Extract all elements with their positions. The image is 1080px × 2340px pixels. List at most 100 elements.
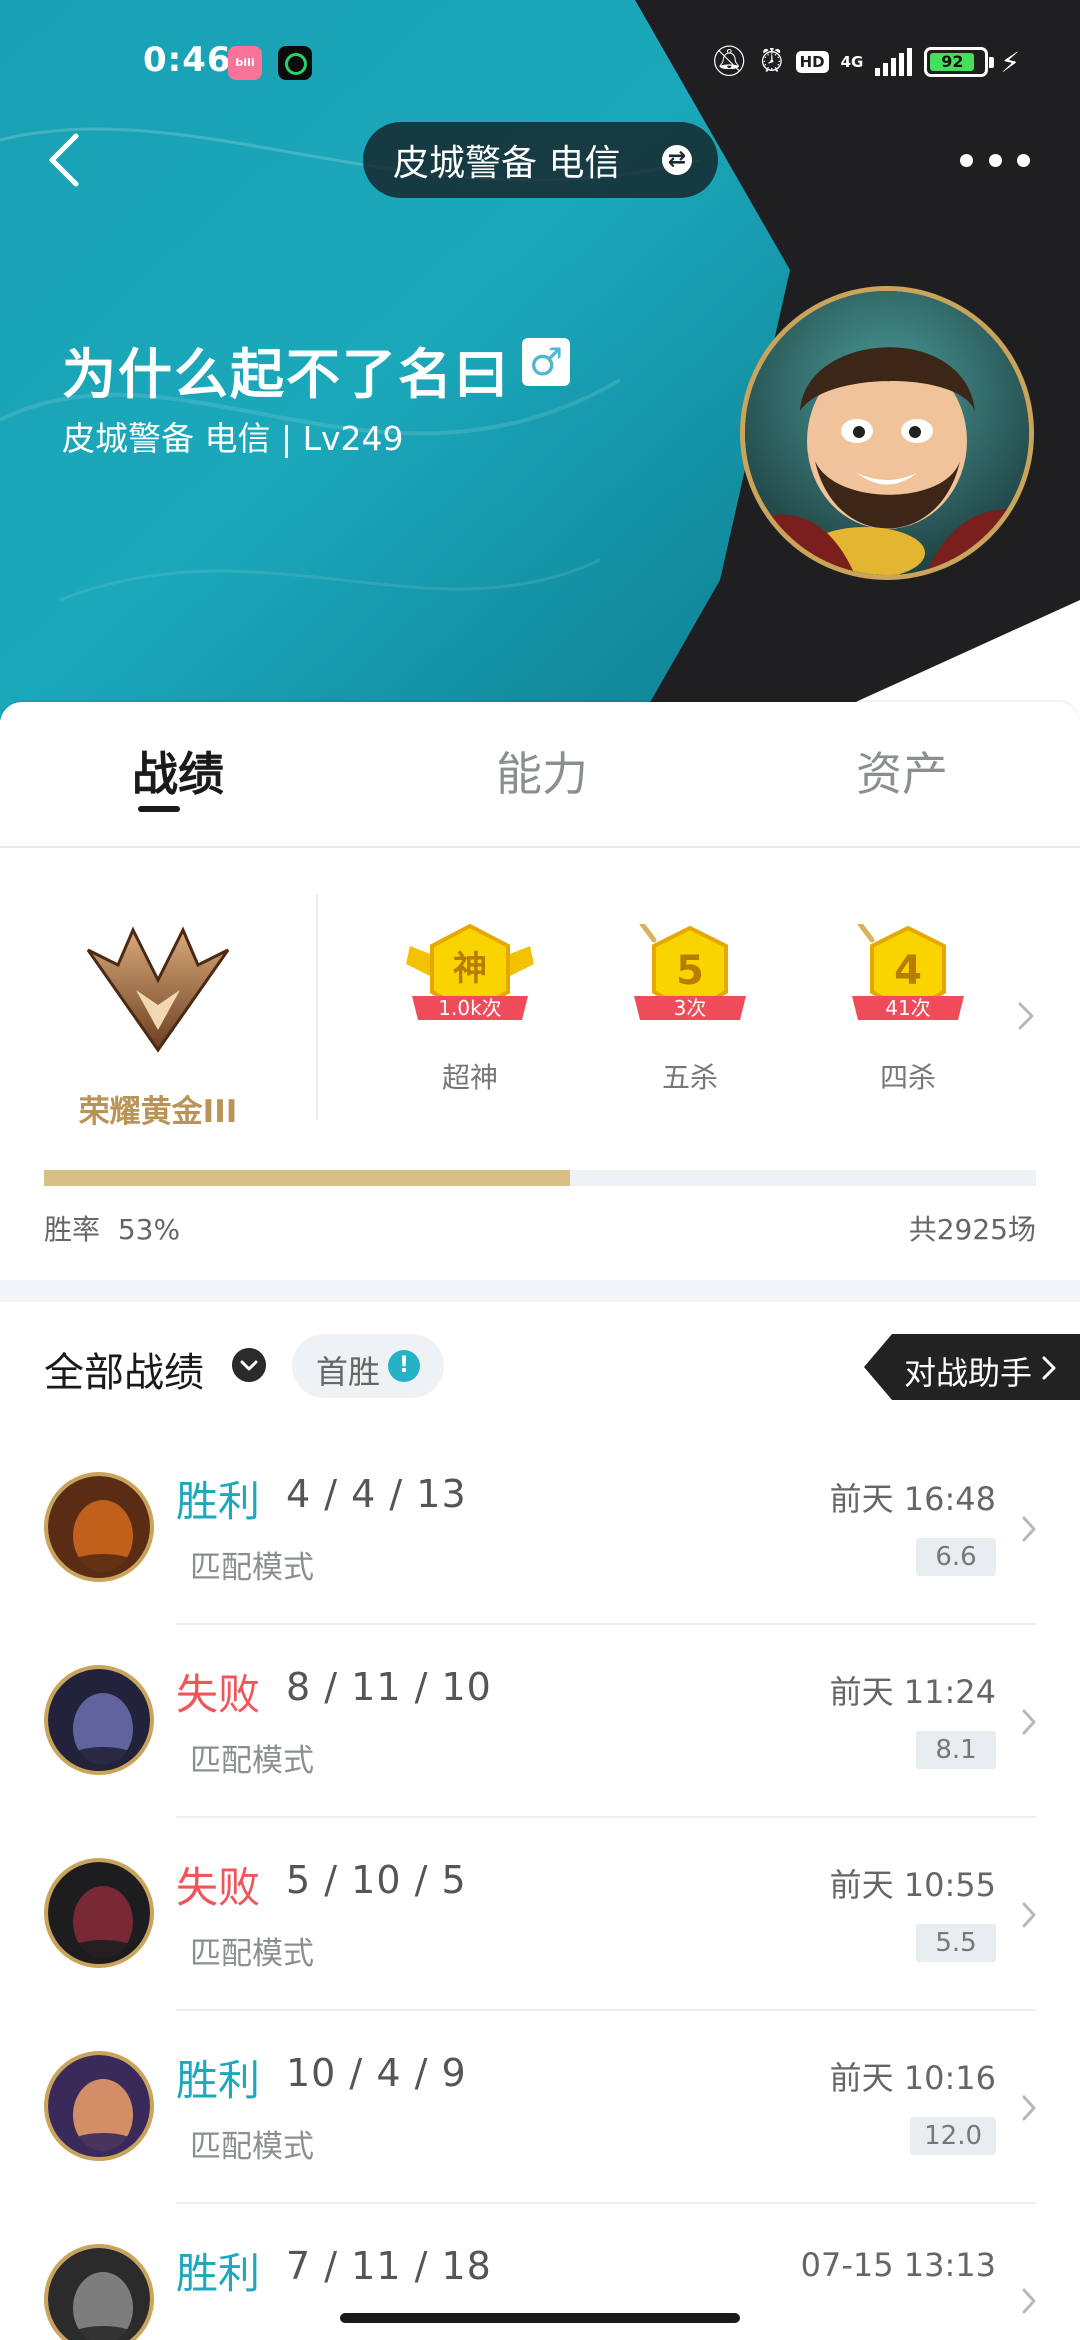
match-row[interactable]: 胜利 10 / 4 / 9 匹配模式 前天 10:16 12.0 [0, 2011, 1080, 2204]
quadra-kill-badge-icon: 4 41次 [852, 924, 964, 1020]
match-score-badge: 6.6 [916, 1538, 996, 1576]
status-icons: 🔕︎ ⏰︎ HD 4G 92 ⚡︎ [710, 42, 1020, 82]
match-mode: 匹配模式 [190, 2129, 314, 2165]
home-indicator[interactable] [340, 2313, 740, 2323]
match-kda: 7 / 11 / 18 [286, 2244, 492, 2288]
medal-label: 四杀 [879, 1061, 936, 1094]
rank-emblem-icon[interactable] [78, 910, 238, 1060]
chevron-right-icon [1022, 1516, 1036, 1542]
divider [316, 894, 318, 1120]
profile-tabs: 战绩 能力 资产 [0, 702, 1080, 848]
match-result: 失败 [176, 1863, 261, 1912]
win-rate-bar-fill [44, 1170, 570, 1186]
battle-assistant-label: 对战助手 [904, 1354, 1033, 1392]
medal-label: 五杀 [661, 1061, 718, 1094]
first-win-label: 首胜 [316, 1353, 381, 1391]
match-time: 前天 16:48 [829, 1480, 996, 1518]
medal-quadra-kill[interactable]: 4 41次 四杀 [838, 924, 978, 1094]
match-time: 前天 10:55 [829, 1866, 996, 1904]
match-mode: 匹配模式 [190, 1550, 314, 1586]
chevron-down-icon[interactable] [232, 1348, 266, 1382]
medal-penta-kill[interactable]: 5 3次 五杀 [620, 924, 760, 1094]
app-notification-icon [278, 46, 312, 80]
match-kda: 5 / 10 / 5 [286, 1858, 467, 1902]
match-kda: 10 / 4 / 9 [286, 2051, 467, 2095]
dot-icon [1017, 153, 1030, 167]
charging-icon: ⚡︎ [1000, 45, 1020, 79]
network-type: 4G [840, 53, 864, 71]
player-name: 为什么起不了名曰 [62, 343, 510, 406]
medal-glyph: 5 [676, 948, 704, 994]
chevron-right-icon[interactable] [1014, 998, 1038, 1034]
server-switch-button[interactable]: 皮城警备 电信 ⇄ [363, 122, 718, 198]
win-rate-label: 胜率 [44, 1213, 101, 1246]
hero-portrait [44, 1472, 154, 1582]
active-tab-indicator [138, 806, 180, 812]
medal-glyph: 4 [894, 948, 922, 994]
match-score-badge: 5.5 [916, 1924, 996, 1962]
records-filter-title[interactable]: 全部战绩 [44, 1340, 204, 1398]
status-time: 0:46 [143, 40, 232, 80]
tab-assets[interactable]: 资产 [856, 738, 948, 804]
match-mode: 匹配模式 [190, 1743, 314, 1779]
status-bar: 0:46 bili 🔕︎ ⏰︎ HD 4G 92 ⚡︎ [0, 0, 1080, 120]
match-row[interactable]: 胜利 4 / 4 / 13 匹配模式 前天 16:48 6.6 [0, 1432, 1080, 1625]
match-score-badge: 12.0 [910, 2117, 996, 2155]
medal-glyph: 神 [453, 949, 487, 989]
alarm-icon: ⏰︎ [760, 44, 784, 79]
hd-icon: HD [795, 51, 829, 73]
profile-hero: 0:46 bili 🔕︎ ⏰︎ HD 4G 92 ⚡︎ 皮城警备 电信 ⇄ 为什… [0, 0, 1080, 720]
server-name: 皮城警备 电信 [393, 143, 621, 184]
match-row[interactable]: 失败 8 / 11 / 10 匹配模式 前天 11:24 8.1 [0, 1625, 1080, 1818]
rank-label[interactable]: 荣耀黄金III [0, 1086, 316, 1131]
chevron-right-icon [1022, 1709, 1036, 1735]
match-kda: 4 / 4 / 13 [286, 1472, 467, 1516]
medal-count: 3次 [674, 996, 707, 1020]
match-result: 失败 [176, 1670, 261, 1719]
chevron-right-icon [1022, 2095, 1036, 2121]
back-button[interactable] [40, 128, 90, 192]
tab-records[interactable]: 战绩 [132, 738, 224, 804]
win-rate-value: 53% [117, 1213, 181, 1246]
battery-icon: 92 [924, 47, 995, 77]
medal-legendary[interactable]: 神 1.0k次 超神 [400, 924, 540, 1094]
chevron-right-icon [1022, 2288, 1036, 2314]
info-icon: ! [388, 1350, 420, 1382]
match-time: 前天 11:24 [829, 1673, 996, 1711]
signal-icon [875, 48, 913, 76]
match-result: 胜利 [176, 1477, 261, 1526]
battle-assistant-button[interactable]: 对战助手 [864, 1334, 1080, 1400]
win-rate-bar [44, 1170, 1036, 1186]
bilibili-app-icon: bili [228, 46, 262, 80]
match-time: 前天 10:16 [829, 2059, 996, 2097]
player-avatar[interactable] [740, 286, 1034, 580]
male-gender-icon: ♂ [522, 338, 570, 386]
player-server-level: 皮城警备 电信 | Lv249 [62, 419, 404, 458]
chevron-right-icon [1022, 1902, 1036, 1928]
penta-kill-badge-icon: 5 3次 [634, 924, 746, 1020]
total-games: 共2925场 [908, 1213, 1036, 1246]
medal-count: 1.0k次 [438, 996, 501, 1020]
medal-count: 41次 [885, 996, 930, 1020]
tab-ability[interactable]: 能力 [496, 738, 588, 804]
more-options-button[interactable] [960, 140, 1030, 180]
hero-portrait [44, 2051, 154, 2161]
stats-panel: 荣耀黄金III 神 1.0k次 超神 5 3次 五杀 4 41次 四杀 胜率 5… [0, 850, 1080, 1280]
match-mode: 匹配模式 [190, 1936, 314, 1972]
records-header: 全部战绩 首胜 ! 对战助手 [0, 1302, 1080, 1432]
legendary-badge-icon: 神 1.0k次 [406, 924, 534, 1020]
win-rate: 胜率 53% [44, 1208, 180, 1248]
hero-portrait [44, 1665, 154, 1775]
avatar-portrait [745, 291, 1029, 575]
dot-icon [988, 153, 1002, 167]
swap-icon: ⇄ [662, 145, 692, 175]
match-row[interactable]: 失败 5 / 10 / 5 匹配模式 前天 10:55 5.5 [0, 1818, 1080, 2011]
first-win-button[interactable]: 首胜 ! [292, 1334, 444, 1398]
match-score-badge: 8.1 [916, 1731, 996, 1769]
section-divider [0, 1280, 1080, 1302]
match-result: 胜利 [176, 2249, 261, 2298]
hero-portrait [44, 2244, 154, 2340]
chevron-right-icon [1042, 1356, 1056, 1380]
match-kda: 8 / 11 / 10 [286, 1665, 492, 1709]
match-result: 胜利 [176, 2056, 261, 2105]
